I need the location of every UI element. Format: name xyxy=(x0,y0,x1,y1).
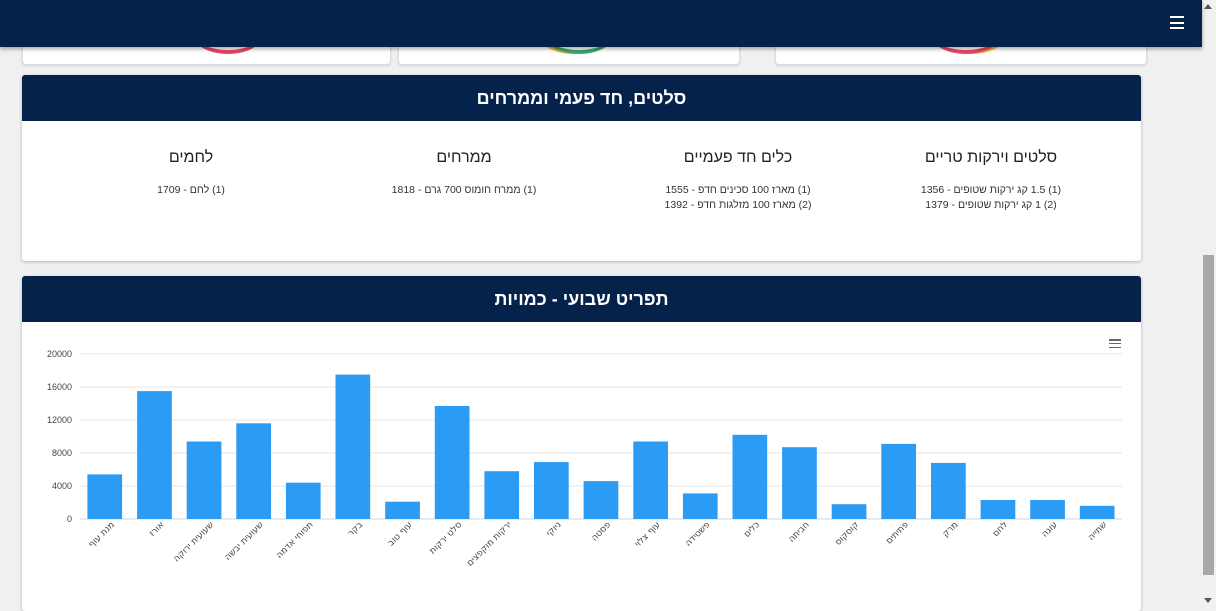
category-heading: לחמים xyxy=(168,149,214,166)
category-column-breads: לחמים (1) לחם - 1709 xyxy=(51,121,331,198)
x-tick-label: ניוקי xyxy=(545,520,564,539)
category-item: (1) ממרח חומוס 700 גרם - 1818 xyxy=(391,184,537,196)
chart-bar[interactable] xyxy=(881,443,916,519)
salads-section-title: סלטים, חד פעמי וממרחים xyxy=(22,75,1141,121)
x-tick-label: שתייה xyxy=(1087,520,1110,543)
x-tick-label: קוסקוס xyxy=(833,520,861,548)
x-tick-label: עוף צלוי xyxy=(633,520,662,549)
x-tick-label: בקר xyxy=(346,520,365,539)
category-item: (2) מארז 100 מזלגות חדפ - 1392 xyxy=(664,199,812,211)
y-tick-label: 0 xyxy=(67,514,72,524)
salads-section-card: סלטים, חד פעמי וממרחים סלטים וירקות טריי… xyxy=(22,75,1141,261)
chart-bar[interactable] xyxy=(385,501,420,519)
x-tick-label: עוגה xyxy=(1040,520,1060,540)
chart-bar[interactable] xyxy=(732,434,768,519)
category-heading: ממרחים xyxy=(436,149,492,166)
x-tick-label: אורז xyxy=(148,520,167,539)
category-column-spreads: ממרחים (1) ממרח חומוס 700 גרם - 1818 xyxy=(324,121,604,198)
category-item: (1) לחם - 1709 xyxy=(157,184,225,196)
x-tick-label: כלים xyxy=(742,520,762,540)
chart-bar[interactable] xyxy=(87,474,123,519)
chart-bar[interactable] xyxy=(782,447,817,519)
chart-bar[interactable] xyxy=(1079,505,1115,519)
chart-bar[interactable] xyxy=(236,423,271,519)
x-tick-label: פסטה xyxy=(590,520,614,544)
category-item: (2) 1 קג ירקות שטופים - 1379 xyxy=(925,199,1057,211)
chart-bar[interactable] xyxy=(534,462,569,519)
scrollbar-thumb[interactable] xyxy=(1203,255,1214,575)
category-item: (1) מארז 100 סכינים חדפ - 1555 xyxy=(665,184,811,196)
y-tick-label: 12000 xyxy=(47,415,72,425)
chart-bar[interactable] xyxy=(583,481,619,519)
top-navbar xyxy=(0,0,1202,47)
x-tick-label: ירקות מוקפצים xyxy=(465,520,514,569)
x-tick-label: שעועית ירוקה xyxy=(172,520,216,564)
y-tick-label: 4000 xyxy=(52,481,72,491)
x-tick-label: מנת עוף xyxy=(87,520,117,550)
category-item: (1) 1.5 קג ירקות שטופים - 1356 xyxy=(920,184,1062,196)
x-tick-label: פתיתים xyxy=(884,520,911,547)
x-tick-label: לחם xyxy=(991,520,1010,539)
chart-bar[interactable] xyxy=(137,391,172,519)
weekly-menu-chart-card: תפריט שבועי - כמויות 0 4000 8000 12000 16000… xyxy=(22,276,1141,611)
hamburger-icon[interactable] xyxy=(1170,16,1184,29)
chart-section-title: תפריט שבועי - כמויות xyxy=(22,276,1141,322)
scroll-up-arrow-icon[interactable] xyxy=(1204,4,1212,9)
category-heading: סלטים וירקות טריים xyxy=(924,149,1058,166)
y-tick-label: 8000 xyxy=(52,448,72,458)
chart-bar[interactable] xyxy=(831,504,867,519)
chart-bar[interactable] xyxy=(633,441,668,520)
chart-bar[interactable] xyxy=(434,406,470,519)
y-tick-label: 16000 xyxy=(47,382,72,392)
x-tick-label: עוף טוב xyxy=(386,520,414,548)
chart-bar[interactable] xyxy=(484,471,520,519)
x-tick-label: חביתה xyxy=(787,520,812,545)
page-scrollbar[interactable] xyxy=(1201,0,1216,607)
chart-bar[interactable] xyxy=(682,493,718,519)
x-tick-label: מרק xyxy=(941,520,961,540)
x-tick-label: פשטידה xyxy=(684,520,713,549)
category-column-salads: סלטים וירקות טריים (1) 1.5 קג ירקות שטופ… xyxy=(851,121,1131,213)
chart-bar[interactable] xyxy=(931,462,966,519)
chart-bar[interactable] xyxy=(186,441,222,520)
x-tick-label: שעועית יבשה xyxy=(223,520,266,563)
chart-bar[interactable] xyxy=(285,482,321,519)
scroll-down-arrow-icon[interactable] xyxy=(1204,598,1212,603)
x-tick-label: תפוחי אדמה xyxy=(275,520,316,561)
chart-bar[interactable] xyxy=(335,374,371,519)
chart-bar[interactable] xyxy=(1030,500,1065,519)
chart-bar[interactable] xyxy=(980,500,1016,519)
x-tick-label: סלט ירקות xyxy=(428,520,465,557)
category-column-disposables: כלים חד פעמיים (1) מארז 100 סכינים חדפ -… xyxy=(598,121,878,213)
category-heading: כלים חד פעמיים xyxy=(683,149,793,166)
y-tick-label: 20000 xyxy=(47,349,72,359)
bar-chart: 0 4000 8000 12000 16000 20000 מנת עוף אורז שעועי… xyxy=(47,349,1122,569)
